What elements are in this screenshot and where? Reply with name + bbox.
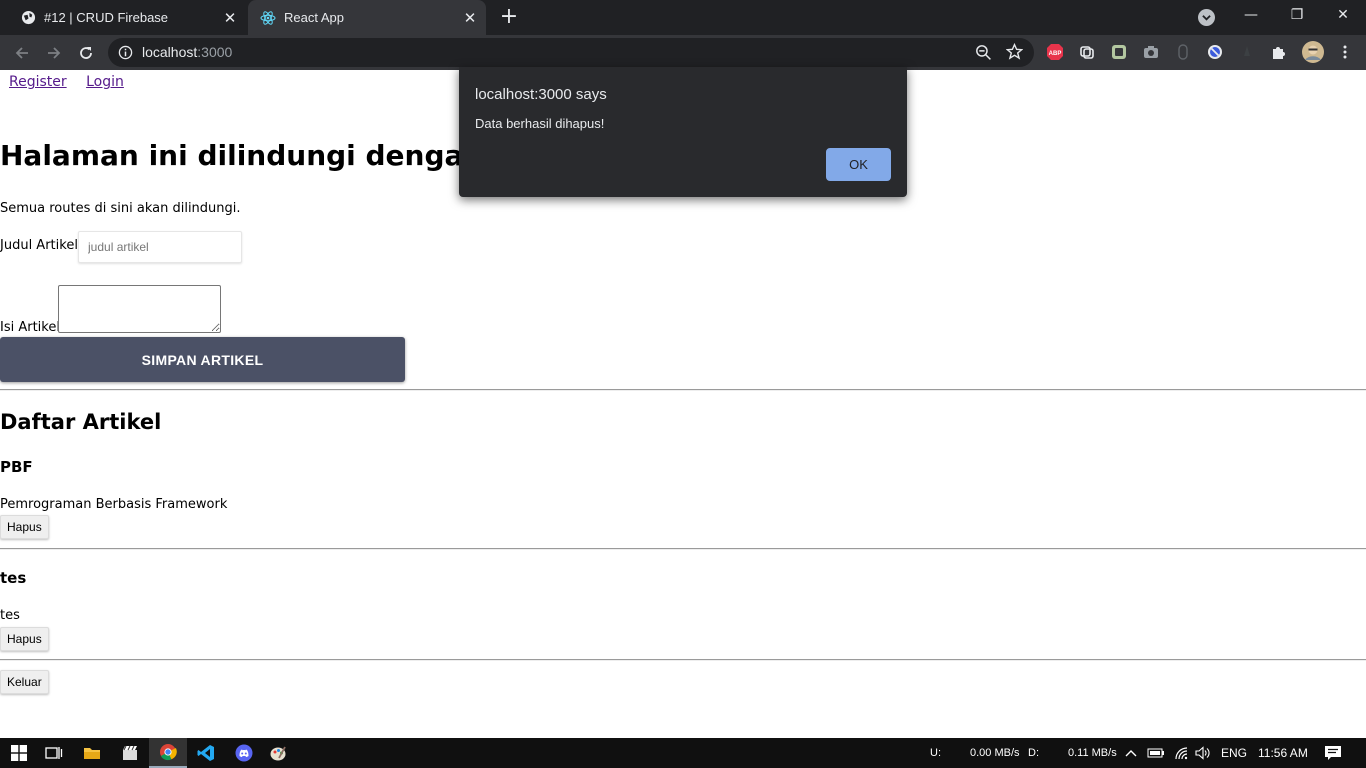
notification-icon[interactable] — [1324, 738, 1342, 768]
reload-icon[interactable] — [73, 40, 99, 66]
tab-react-app[interactable]: React App ✕ — [248, 0, 486, 35]
back-icon[interactable] — [9, 40, 35, 66]
tab-search-icon[interactable] — [1198, 9, 1215, 26]
top-nav: Register Login — [9, 74, 139, 90]
browser-toolbar: localhost:3000 ABP — [0, 35, 1366, 70]
windows-start-icon[interactable] — [0, 738, 38, 768]
article-title: tes — [0, 569, 27, 587]
ok-button[interactable]: OK — [826, 148, 891, 181]
extension-icon[interactable] — [1110, 43, 1128, 61]
restore-icon[interactable]: ❐ — [1274, 0, 1320, 30]
network-upload-label: U: — [930, 747, 941, 759]
page-description: Semua routes di sini akan dilindungi. — [0, 201, 241, 216]
zoom-icon[interactable] — [975, 44, 993, 62]
profile-avatar[interactable] — [1302, 41, 1324, 63]
file-explorer-icon[interactable] — [73, 738, 111, 768]
bookmark-star-icon[interactable] — [1005, 42, 1024, 61]
article-title-input[interactable] — [78, 231, 242, 263]
task-view-icon[interactable] — [35, 738, 73, 768]
camera-icon[interactable] — [1142, 43, 1160, 61]
tab-close-icon[interactable]: ✕ — [220, 8, 240, 28]
tab-crud-firebase[interactable]: #12 | CRUD Firebase ✕ — [8, 0, 246, 35]
chrome-icon[interactable] — [149, 738, 187, 768]
block-icon[interactable] — [1206, 43, 1224, 61]
dialog-title: localhost:3000 says — [475, 86, 607, 103]
article-body: Pemrograman Berbasis Framework — [0, 497, 228, 512]
taskbar: U: 0.00 MB/s D: 0.11 MB/s ENG 11:56 AM — [0, 738, 1366, 768]
body-label: Isi Artikel — [0, 320, 60, 335]
address-bar[interactable]: localhost:3000 — [108, 38, 1034, 67]
tab-title: React App — [284, 10, 344, 25]
extension-icon[interactable] — [1238, 43, 1256, 61]
chevron-up-icon[interactable] — [1125, 738, 1137, 768]
tab-strip: #12 | CRUD Firebase ✕ React App ✕ + — ❐ … — [0, 0, 1366, 35]
network-upload-speed: 0.00 MB/s — [970, 747, 1020, 759]
close-window-icon[interactable]: ✕ — [1320, 0, 1366, 30]
extension-icon[interactable] — [1078, 43, 1096, 61]
article-body: tes — [0, 608, 20, 623]
page-title: Halaman ini dilindungi dengan pa — [0, 139, 533, 172]
clock[interactable]: 11:56 AM — [1258, 738, 1308, 768]
url-text: localhost:3000 — [142, 44, 233, 60]
network-download-label: D: — [1028, 747, 1039, 759]
vscode-icon[interactable] — [187, 738, 225, 768]
discord-icon[interactable] — [225, 738, 263, 768]
divider — [0, 548, 1366, 550]
extensions-puzzle-icon[interactable] — [1270, 43, 1288, 61]
tab-close-icon[interactable]: ✕ — [460, 8, 480, 28]
register-link[interactable]: Register — [9, 74, 67, 90]
delete-button[interactable]: Hapus — [0, 515, 49, 539]
mouse-icon[interactable] — [1174, 43, 1192, 61]
svg-text:ABP: ABP — [1049, 51, 1062, 57]
article-title: PBF — [0, 458, 33, 476]
login-link[interactable]: Login — [86, 74, 124, 90]
minimize-icon[interactable]: — — [1228, 0, 1274, 30]
menu-kebab-icon[interactable] — [1336, 43, 1354, 61]
logout-button[interactable]: Keluar — [0, 670, 49, 694]
divider — [0, 659, 1366, 661]
dialog-message: Data berhasil dihapus! — [475, 116, 605, 131]
article-body-textarea[interactable] — [58, 285, 221, 333]
network-download-speed: 0.11 MB/s — [1068, 747, 1117, 759]
globe-icon — [20, 10, 36, 26]
title-label: Judul Artikel — [0, 238, 78, 253]
wifi-icon[interactable] — [1174, 738, 1190, 768]
delete-button[interactable]: Hapus — [0, 627, 49, 651]
adblock-icon[interactable]: ABP — [1046, 43, 1064, 61]
battery-icon[interactable] — [1147, 738, 1165, 768]
paint-icon[interactable] — [259, 738, 297, 768]
media-app-icon[interactable] — [111, 738, 149, 768]
volume-icon[interactable] — [1195, 738, 1211, 768]
forward-icon[interactable] — [41, 40, 67, 66]
language-indicator[interactable]: ENG — [1221, 738, 1247, 768]
site-info-icon[interactable] — [118, 45, 133, 60]
alert-dialog: localhost:3000 says Data berhasil dihapu… — [459, 67, 907, 197]
article-list-heading: Daftar Artikel — [0, 410, 162, 434]
divider — [0, 389, 1366, 391]
new-tab-icon[interactable]: + — [497, 6, 521, 30]
save-article-button[interactable]: SIMPAN ARTIKEL — [0, 337, 405, 382]
window-controls: — ❐ ✕ — [1228, 0, 1366, 35]
tab-title: #12 | CRUD Firebase — [44, 10, 169, 25]
react-icon — [260, 10, 276, 26]
